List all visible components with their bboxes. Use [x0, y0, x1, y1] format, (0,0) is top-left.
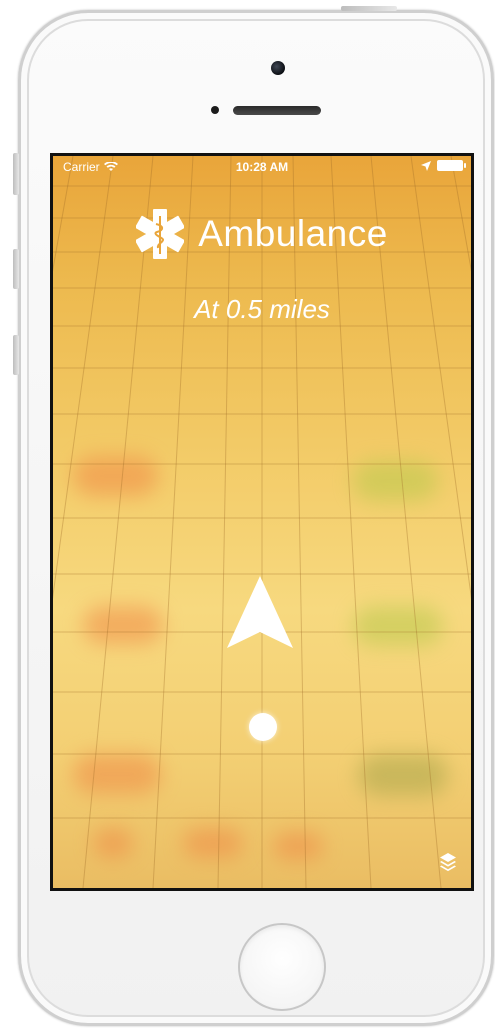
title-row: Ambulance: [53, 208, 471, 260]
earpiece-speaker: [233, 106, 321, 115]
status-right: [421, 160, 466, 171]
user-location-dot: [249, 713, 277, 741]
battery-icon: [437, 160, 466, 171]
volume-down-button: [13, 335, 19, 375]
distance-label: At 0.5 miles: [194, 294, 330, 324]
front-camera: [271, 61, 285, 75]
star-of-life-icon: [136, 209, 185, 259]
app-screen: Carrier 10:28 AM Ambulance At 0.5 miles: [50, 153, 474, 891]
proximity-sensor: [211, 106, 219, 114]
status-bar: Carrier 10:28 AM: [53, 156, 471, 178]
volume-up-button: [13, 249, 19, 289]
mute-switch: [13, 153, 19, 195]
location-icon: [421, 160, 431, 171]
power-button: [341, 6, 397, 11]
status-time: 10:28 AM: [235, 160, 289, 174]
layers-icon[interactable]: [439, 852, 457, 872]
page-title: Ambulance: [198, 213, 388, 254]
map-grid: [53, 156, 471, 888]
home-button[interactable]: [238, 923, 326, 1011]
navigation-arrow-icon: [227, 576, 293, 648]
